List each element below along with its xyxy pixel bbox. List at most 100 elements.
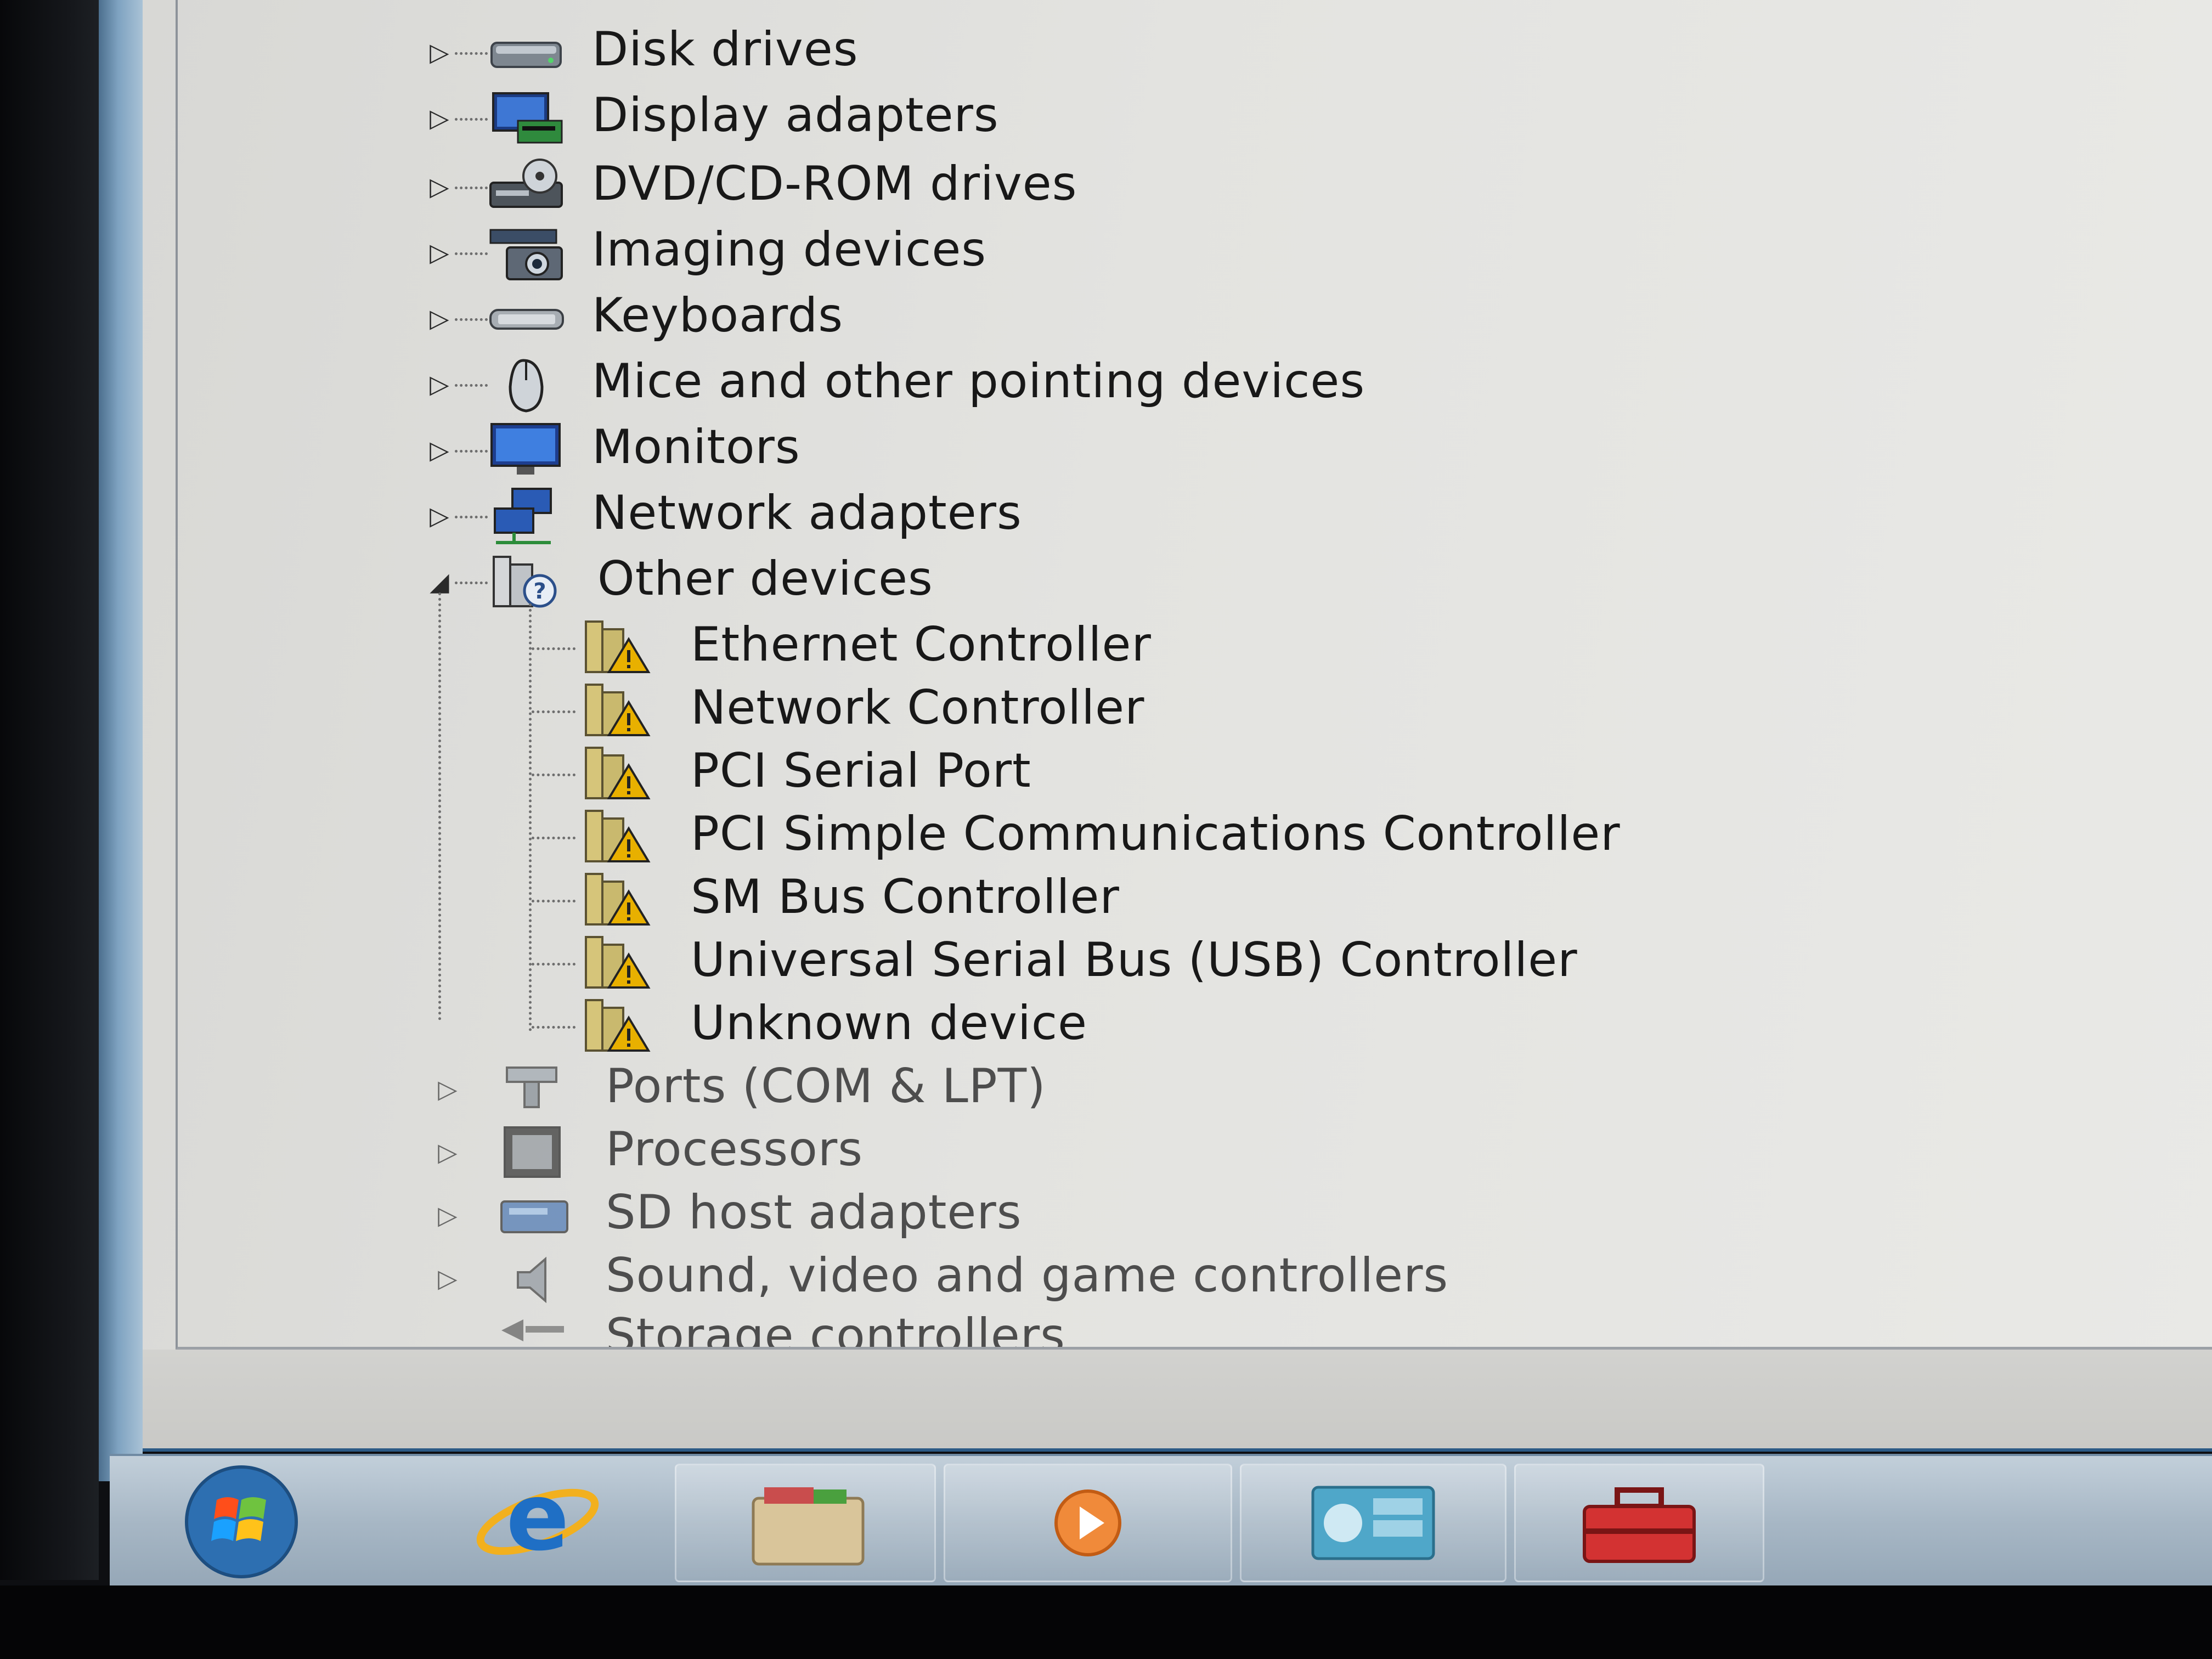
taskbar-button-control-panel[interactable] <box>1240 1464 1506 1582</box>
expand-arrow-icon[interactable]: ▷ <box>427 303 452 333</box>
display-adapter-icon <box>492 92 563 144</box>
start-orb-icon[interactable] <box>154 1462 329 1582</box>
unknown-device-icon: ? <box>493 556 557 608</box>
monitor-bezel <box>0 0 99 1580</box>
device-network-controller[interactable]: Network Controller <box>178 680 1494 741</box>
tree-item-label: Other devices <box>597 551 933 606</box>
sd-adapter-icon <box>500 1200 568 1233</box>
tree-item-disk-drives[interactable]: ▷ Disk drives <box>178 22 1275 82</box>
device-label: SM Bus Controller <box>691 870 1120 924</box>
tree-item-label: Imaging devices <box>592 222 987 277</box>
tree-item-keyboards[interactable]: ▷ Keyboards <box>178 288 1275 348</box>
disk-drive-icon <box>490 42 562 68</box>
tree-item-dvd-drives[interactable]: ▷ DVD/CD-ROM drives <box>178 156 1275 217</box>
expand-arrow-icon[interactable]: ▷ <box>436 1200 460 1230</box>
expand-arrow-icon[interactable]: ▷ <box>427 37 452 67</box>
tree-connector <box>532 710 575 713</box>
tree-item-storage-controllers[interactable]: Storage controllers <box>178 1308 1385 1347</box>
tree-connector <box>532 1026 575 1029</box>
tree-connector <box>532 774 575 776</box>
expand-arrow-icon[interactable]: ▷ <box>427 238 452 267</box>
device-label: PCI Serial Port <box>691 743 1031 798</box>
device-label: Network Controller <box>691 680 1145 735</box>
tree-item-other-devices[interactable]: ◢ ? Other devices <box>178 551 1275 612</box>
tree-item-monitors[interactable]: ▷ Monitors <box>178 420 1275 480</box>
expand-arrow-icon[interactable]: ▷ <box>427 172 452 201</box>
device-sm-bus-controller[interactable]: SM Bus Controller <box>178 870 1494 930</box>
expand-arrow-icon[interactable]: ▷ <box>427 501 452 531</box>
device-pci-serial-port[interactable]: PCI Serial Port <box>178 743 1494 804</box>
tree-item-label: Disk drives <box>592 22 859 77</box>
expand-arrow-icon[interactable]: ▷ <box>436 1263 460 1293</box>
tree-item-processors[interactable]: ▷ Processors <box>178 1122 1385 1182</box>
expand-arrow-icon[interactable]: ▷ <box>436 1137 460 1167</box>
tree-item-imaging-devices[interactable]: ▷ Imaging devices <box>178 222 1275 283</box>
tree-item-label: Network adapters <box>592 486 1022 540</box>
expand-arrow-icon[interactable]: ▷ <box>427 369 452 399</box>
tree-connector <box>455 252 488 255</box>
warning-device-icon <box>585 747 651 799</box>
tree-connector <box>532 837 575 839</box>
device-label: Ethernet Controller <box>691 617 1152 672</box>
camera-icon <box>489 229 563 280</box>
tree-connector <box>532 900 575 902</box>
tree-connector <box>455 384 488 387</box>
internet-explorer-icon[interactable]: e <box>450 1462 625 1582</box>
mouse-icon <box>509 359 544 413</box>
processor-icon <box>504 1126 561 1178</box>
keyboard-icon <box>489 309 564 330</box>
tree-connector <box>532 963 575 966</box>
device-pci-simple-comm-controller[interactable]: PCI Simple Communications Controller <box>178 806 1769 867</box>
dvd-drive-icon <box>489 159 563 208</box>
tree-item-ports[interactable]: ▷ Ports (COM & LPT) <box>178 1059 1385 1119</box>
expand-arrow-icon[interactable]: ▷ <box>427 435 452 465</box>
taskbar-button-explorer[interactable] <box>675 1464 936 1582</box>
monitor-icon <box>490 423 561 475</box>
warning-device-icon <box>585 620 651 673</box>
tree-connector <box>455 516 488 518</box>
tree-item-sound-controllers[interactable]: ▷ Sound, video and game controllers <box>178 1248 1604 1308</box>
tree-connector <box>455 318 488 321</box>
storage-controller-icon <box>501 1319 564 1341</box>
tree-item-sd-host-adapters[interactable]: ▷ SD host adapters <box>178 1185 1385 1245</box>
network-adapter-icon <box>494 488 552 544</box>
tree-item-network-adapters[interactable]: ▷ Network adapters <box>178 486 1275 546</box>
taskbar-button-toolbox[interactable] <box>1514 1464 1764 1582</box>
tree-item-display-adapters[interactable]: ▷ Display adapters <box>178 88 1275 148</box>
tree-connector <box>532 647 575 650</box>
warning-device-icon <box>585 810 651 862</box>
warning-device-icon <box>585 999 651 1052</box>
expand-arrow-icon[interactable]: ▷ <box>436 1074 460 1104</box>
tree-item-label: DVD/CD-ROM drives <box>592 156 1077 211</box>
tree-connector <box>455 450 488 453</box>
expand-arrow-icon[interactable]: ▷ <box>427 103 452 133</box>
tree-connector <box>455 118 488 121</box>
tree-item-label: SD host adapters <box>606 1185 1022 1240</box>
tree-item-label: Processors <box>606 1122 864 1177</box>
tree-connector <box>455 187 488 189</box>
device-manager-window: ▷ Disk drives ▷ Display adapters ▷ DVD/C… <box>143 0 2212 1452</box>
collapse-arrow-icon[interactable]: ◢ <box>427 567 452 596</box>
tree-item-label: Mice and other pointing devices <box>592 354 1365 409</box>
warning-device-icon <box>585 936 651 989</box>
port-icon <box>506 1066 557 1108</box>
toolbox-icon <box>1583 1487 1696 1563</box>
control-panel-icon <box>1311 1486 1435 1560</box>
device-unknown-device[interactable]: Unknown device <box>178 996 1494 1056</box>
taskbar: e <box>110 1454 2212 1588</box>
svg-text:e: e <box>506 1463 569 1572</box>
device-label: Universal Serial Bus (USB) Controller <box>691 933 1578 988</box>
status-bar <box>143 1350 2212 1452</box>
tree-item-label: Keyboards <box>592 288 844 343</box>
speaker-icon <box>517 1256 546 1304</box>
device-ethernet-controller[interactable]: Ethernet Controller <box>178 617 1494 678</box>
tree-item-label: Storage controllers <box>606 1308 1065 1347</box>
device-usb-controller[interactable]: Universal Serial Bus (USB) Controller <box>178 933 1714 993</box>
device-label: PCI Simple Communications Controller <box>691 806 1621 861</box>
svg-text:?: ? <box>533 579 546 604</box>
tree-item-label: Ports (COM & LPT) <box>606 1059 1046 1114</box>
tree-item-mice[interactable]: ▷ Mice and other pointing devices <box>178 354 1494 414</box>
taskbar-button-media[interactable] <box>944 1464 1232 1582</box>
tree-item-label: Sound, video and game controllers <box>606 1248 1449 1303</box>
device-tree[interactable]: ▷ Disk drives ▷ Display adapters ▷ DVD/C… <box>176 0 2212 1350</box>
